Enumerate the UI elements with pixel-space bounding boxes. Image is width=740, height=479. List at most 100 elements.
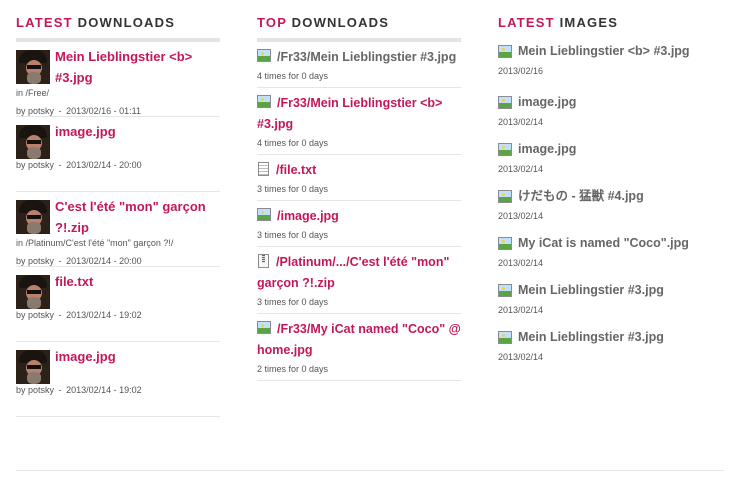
image-date: 2013/02/14	[498, 258, 544, 268]
image-link[interactable]: My iCat is named "Coco".jpg	[498, 234, 724, 252]
list-item: My iCat is named "Coco".jpg 2013/02/14	[498, 230, 724, 277]
list-item: /Fr33/My iCat named "Coco" @ home.jpg 2 t…	[257, 314, 461, 381]
download-count: 4 times for 0 days	[257, 138, 329, 148]
separator: -	[58, 256, 62, 266]
download-path: in /Platinum/C'est l'été "mon" garçon ?!…	[16, 238, 174, 248]
latest-downloads-panel: LATEST DOWNLOADS Mein Lieblingstier <b> …	[16, 0, 220, 417]
list-item: image.jpg 2013/02/14	[498, 136, 724, 183]
top-downloads-title: TOP DOWNLOADS	[257, 0, 461, 42]
timestamp: 2013/02/16 - 01:11	[66, 106, 141, 116]
download-name: /image.jpg	[277, 209, 339, 223]
list-item: /Fr33/Mein Lieblingstier <b> #3.jpg 4 tim…	[257, 88, 461, 155]
timestamp: 2013/02/14 - 19:02	[66, 310, 142, 320]
download-link[interactable]: /Fr33/Mein Lieblingstier <b> #3.jpg	[257, 93, 461, 135]
title-accent: LATEST	[498, 15, 555, 30]
image-file-icon	[498, 330, 512, 344]
download-info: C'est l'été "mon" garçon ?!.zip in /Plati…	[16, 192, 220, 266]
download-info: image.jpgin /by potsky - 2013/02/14 - 19…	[16, 342, 220, 416]
image-file-icon	[498, 44, 512, 58]
download-name: /Fr33/My iCat named "Coco" @ home.jpg	[257, 322, 461, 357]
uploader: by potsky	[16, 310, 55, 320]
image-link[interactable]: Mein Lieblingstier #3.jpg	[498, 281, 724, 299]
image-file-icon	[257, 321, 271, 334]
download-count: 3 times for 0 days	[257, 230, 329, 240]
download-name: /file.txt	[276, 163, 317, 177]
list-item: C'est l'été "mon" garçon ?!.zip in /Plati…	[16, 192, 220, 267]
image-name: image.jpg	[518, 95, 577, 109]
download-name: /Platinum/.../C'est l'été "mon" garçon ?…	[257, 255, 450, 290]
latest-downloads-title: LATEST DOWNLOADS	[16, 0, 220, 42]
image-name: image.jpg	[518, 142, 577, 156]
list-item: /image.jpg 3 times for 0 days	[257, 201, 461, 247]
avatar[interactable]	[16, 125, 50, 159]
download-link[interactable]: /file.txt	[257, 160, 461, 181]
image-name: Mein Lieblingstier #3.jpg	[518, 330, 664, 344]
image-link[interactable]: image.jpg	[498, 140, 724, 158]
image-file-icon	[498, 236, 512, 250]
download-link[interactable]: image.jpg	[55, 346, 220, 367]
list-item: image.jpgin /by potsky - 2013/02/14 - 20…	[16, 117, 220, 192]
image-name: Mein Lieblingstier <b> #3.jpg	[518, 44, 690, 58]
download-count: 3 times for 0 days	[257, 184, 329, 194]
image-date: 2013/02/16	[498, 66, 544, 76]
image-file-icon	[498, 189, 512, 203]
list-item: Mein Lieblingstier <b> #3.jpg 2013/02/16	[498, 42, 724, 89]
avatar[interactable]	[16, 350, 50, 384]
download-link[interactable]: /image.jpg	[257, 206, 461, 227]
download-info: Mein Lieblingstier <b> #3.jpg in /Free/by…	[16, 42, 220, 116]
list-item: /Fr33/Mein Lieblingstier #3.jpg 4 times f…	[257, 42, 461, 88]
text-file-icon	[258, 162, 269, 176]
image-link[interactable]: Mein Lieblingstier #3.jpg	[498, 328, 724, 346]
uploader: by potsky	[16, 256, 55, 266]
download-meta: by potsky - 2013/02/14 - 19:02	[16, 310, 220, 320]
list-item: file.txtin /by potsky - 2013/02/14 - 19:…	[16, 267, 220, 342]
download-link[interactable]: /Fr33/Mein Lieblingstier #3.jpg	[257, 47, 461, 68]
avatar[interactable]	[16, 275, 50, 309]
download-meta: by potsky - 2013/02/14 - 20:00	[16, 256, 220, 266]
avatar[interactable]	[16, 200, 50, 234]
title-rest: DOWNLOADS	[77, 15, 176, 30]
image-link[interactable]: image.jpg	[498, 93, 724, 111]
title-rest: IMAGES	[559, 15, 619, 30]
download-link[interactable]: /Fr33/My iCat named "Coco" @ home.jpg	[257, 319, 461, 361]
image-date: 2013/02/14	[498, 352, 544, 362]
top-downloads-panel: TOP DOWNLOADS /Fr33/Mein Lieblingstier #…	[257, 0, 461, 381]
download-count: 3 times for 0 days	[257, 297, 329, 307]
title-accent: LATEST	[16, 15, 73, 30]
title-accent: TOP	[257, 15, 287, 30]
image-link[interactable]: Mein Lieblingstier <b> #3.jpg	[498, 42, 724, 60]
download-meta: by potsky - 2013/02/16 - 01:11	[16, 106, 220, 116]
download-link[interactable]: C'est l'été "mon" garçon ?!.zip	[55, 196, 220, 238]
image-file-icon	[257, 208, 271, 221]
timestamp: 2013/02/14 - 19:02	[66, 385, 142, 395]
uploader: by potsky	[16, 106, 55, 116]
image-name: Mein Lieblingstier #3.jpg	[518, 283, 664, 297]
latest-images-title: LATEST IMAGES	[498, 0, 724, 42]
title-rest: DOWNLOADS	[291, 15, 390, 30]
list-item: Mein Lieblingstier #3.jpg 2013/02/14	[498, 277, 724, 324]
separator: -	[58, 310, 62, 320]
download-link[interactable]: file.txt	[55, 271, 220, 292]
image-file-icon	[498, 95, 512, 109]
latest-images-list: Mein Lieblingstier <b> #3.jpg 2013/02/16 i…	[498, 42, 724, 371]
image-date: 2013/02/14	[498, 305, 544, 315]
zip-file-icon	[258, 254, 269, 268]
list-item: image.jpgin /by potsky - 2013/02/14 - 19…	[16, 342, 220, 417]
download-link[interactable]: /Platinum/.../C'est l'été "mon" garçon ?…	[257, 252, 461, 294]
latest-downloads-list: Mein Lieblingstier <b> #3.jpg in /Free/by…	[16, 42, 220, 417]
download-link[interactable]: image.jpg	[55, 121, 220, 142]
download-info: image.jpgin /by potsky - 2013/02/14 - 20…	[16, 117, 220, 191]
download-name: /Fr33/Mein Lieblingstier <b> #3.jpg	[257, 96, 443, 131]
image-name: My iCat is named "Coco".jpg	[518, 236, 689, 250]
timestamp: 2013/02/14 - 20:00	[66, 256, 142, 266]
list-item: Mein Lieblingstier #3.jpg 2013/02/14	[498, 324, 724, 371]
download-count: 4 times for 0 days	[257, 71, 329, 81]
list-item: けだもの - 猛獣 #4.jpg 2013/02/14	[498, 183, 724, 230]
download-meta: by potsky - 2013/02/14 - 19:02	[16, 385, 220, 395]
image-link[interactable]: けだもの - 猛獣 #4.jpg	[498, 187, 724, 205]
download-link[interactable]: Mein Lieblingstier <b> #3.jpg	[55, 46, 220, 88]
avatar[interactable]	[16, 50, 50, 84]
list-item: Mein Lieblingstier <b> #3.jpg in /Free/by…	[16, 42, 220, 117]
uploader: by potsky	[16, 385, 55, 395]
top-downloads-list: /Fr33/Mein Lieblingstier #3.jpg 4 times f…	[257, 42, 461, 381]
